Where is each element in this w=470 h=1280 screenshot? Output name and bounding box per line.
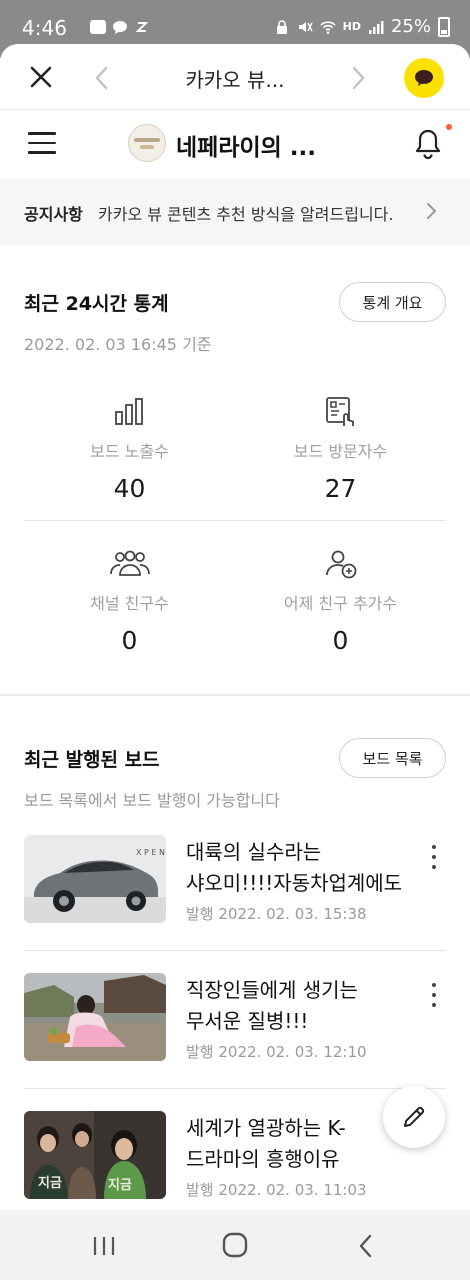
board-visit-icon [325,397,354,426]
talk-bubble-icon [415,70,433,86]
stat-value: 0 [121,626,138,655]
channel-name[interactable]: 네페라이의 ... [176,128,316,162]
board-date: 발행 2022. 02. 03. 11:03 [186,1181,367,1199]
pencil-icon [404,1106,425,1127]
bar-chart-icon [114,398,143,425]
board-thumbnail-woman [24,973,166,1061]
stat-channel-friends: 채널 친구수 0 [12,548,247,655]
board-thumbnail-car: X P E N [24,835,166,923]
home-icon[interactable] [222,1232,248,1258]
hamburger-menu-icon[interactable] [28,132,56,156]
board-list-item[interactable]: X P E N 대륙의 실수라는 샤오미!!!!자동차업계에도 대... 발행 … [0,835,470,973]
stats-title: 최근 24시간 통계 [24,293,169,315]
battery-percent: 25% [390,16,431,37]
svg-text:지금: 지금 [38,1176,62,1191]
boards-title: 최근 발행된 보드 [24,749,160,771]
status-right-icons: HD 25% [274,16,450,37]
board-thumbnail-drama: 지금 지금 [24,1111,166,1199]
channel-bar: 네페라이의 ... [0,110,470,176]
stats-divider [24,520,446,521]
stat-label: 채널 친구수 [90,594,169,613]
board-date: 발행 2022. 02. 03. 15:38 [186,905,367,923]
board-date: 발행 2022. 02. 03. 12:10 [186,1043,367,1061]
mute-icon [298,21,313,32]
status-time: 4:46 [22,16,67,40]
stat-label: 어제 친구 추가수 [283,594,398,613]
board-divider [24,1088,446,1089]
board-list-button[interactable]: 보드 목록 [339,738,446,778]
notice-banner[interactable]: 공지사항 카카오 뷰 콘텐츠 추천 방식을 알려드립니다. [0,178,470,246]
back-icon[interactable] [356,1233,376,1259]
boards-subtitle: 보드 목록에서 보드 발행이 가능합니다 [24,791,280,810]
status-notification-icons [90,19,150,35]
recent-apps-icon[interactable] [92,1235,116,1257]
app-s-icon [135,22,149,32]
close-icon[interactable] [26,62,56,92]
notice-label: 공지사항 [24,205,83,224]
chevron-right-icon[interactable] [346,64,370,92]
stat-value: 0 [332,626,349,655]
bell-icon[interactable] [414,128,442,160]
chevron-right-icon [427,203,437,219]
stat-friends-added-yesterday: 어제 친구 추가수 0 [223,548,458,655]
page-title: 카카오 뷰... [185,68,285,92]
chat-bubble-icon [113,21,127,34]
stat-board-visitors: 보드 방문자수 27 [223,396,458,503]
stat-value: 40 [113,474,146,503]
board-title: 세계가 열광하는 K-드라마의 흥행이유 [186,1116,346,1171]
system-navigation-bar [0,1210,470,1280]
section-divider [0,694,470,696]
stat-label: 보드 노출수 [90,442,169,461]
hd-voice-label: HD [342,20,361,33]
my-app-icon [90,20,106,34]
stat-board-impressions: 보드 노출수 40 [12,396,247,503]
add-friend-icon [325,550,356,579]
notification-dot [446,124,452,130]
stats-overview-button[interactable]: 통계 개요 [339,282,446,322]
board-title: 대륙의 실수라는 샤오미!!!!자동차업계에도 대... [186,840,403,895]
people-group-icon [109,550,150,576]
svg-text:X P E N: X P E N [136,848,165,857]
channel-avatar[interactable] [128,124,166,162]
more-options-icon[interactable] [424,845,444,869]
write-board-button[interactable] [383,1086,445,1148]
battery-icon [438,16,450,37]
board-divider [24,950,446,951]
signal-icon [368,20,384,34]
chevron-left-icon[interactable] [90,64,114,92]
stat-label: 보드 방문자수 [293,442,388,461]
browser-header: 카카오 뷰... [0,44,470,110]
kakaotalk-button[interactable] [404,58,444,98]
lock-icon [276,19,287,34]
stats-timestamp: 2022. 02. 03 16:45 기준 [24,335,212,354]
svg-text:지금: 지금 [108,1178,132,1193]
notice-text: 카카오 뷰 콘텐츠 추천 방식을 알려드립니다. [98,205,394,224]
board-title: 직장인들에게 생기는 무서운 질병!!! [186,978,358,1033]
wifi-icon [320,20,336,34]
more-options-icon[interactable] [424,983,444,1007]
stat-value: 27 [324,474,357,503]
